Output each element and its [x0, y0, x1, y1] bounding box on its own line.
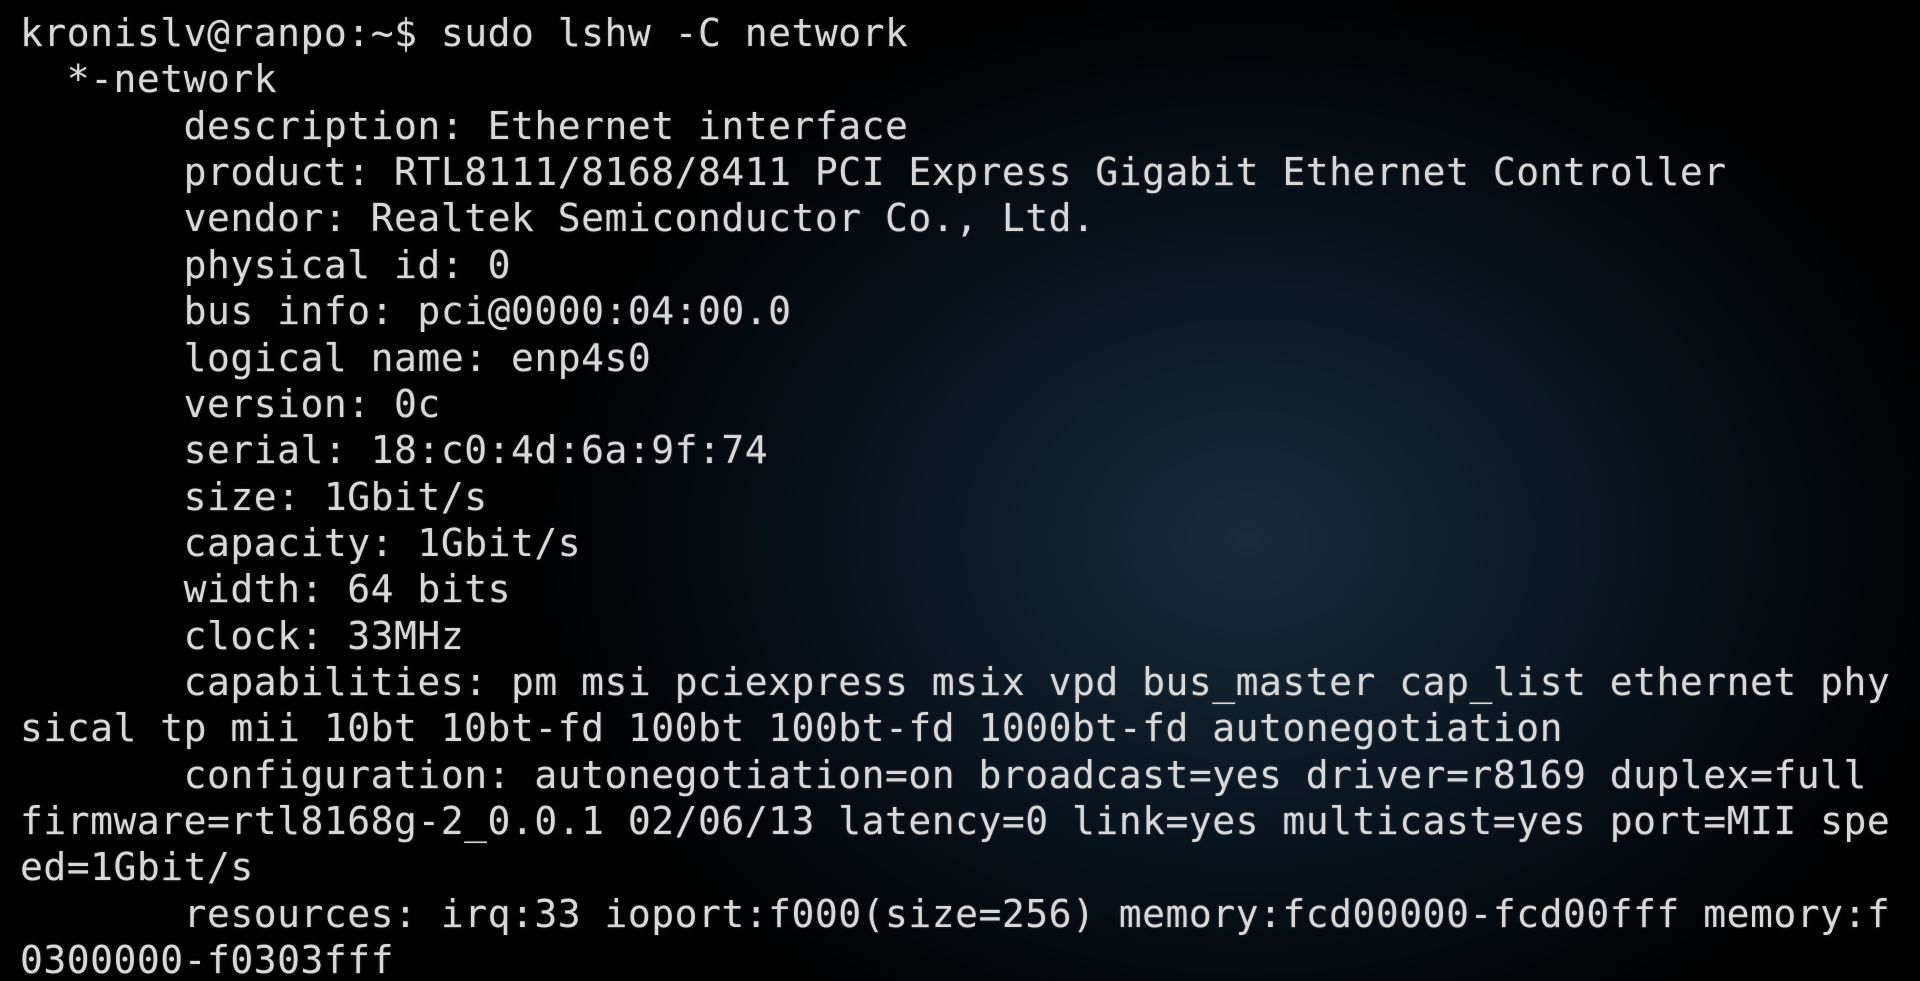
lshw-line: serial: 18:c0:4d:6a:9f:74	[20, 428, 768, 472]
prompt-path: ~	[371, 11, 394, 55]
lshw-line: capabilities: pm msi pciexpress msix vpd…	[20, 660, 1890, 750]
prompt-sep: $	[394, 11, 417, 55]
lshw-line: logical name: enp4s0	[20, 336, 651, 380]
lshw-line: width: 64 bits	[20, 567, 511, 611]
lshw-line: resources: irq:33 ioport:f000(size=256) …	[20, 892, 1890, 981]
terminal-output[interactable]: kronislv@ranpo:~$ sudo lshw -C network *…	[0, 0, 1920, 981]
lshw-line: physical id: 0	[20, 243, 511, 287]
lshw-header: *-network	[20, 57, 277, 101]
lshw-line: vendor: Realtek Semiconductor Co., Ltd.	[20, 196, 1095, 240]
lshw-line: configuration: autonegotiation=on broadc…	[20, 753, 1890, 890]
lshw-line: clock: 33MHz	[20, 614, 464, 658]
lshw-line: bus info: pci@0000:04:00.0	[20, 289, 791, 333]
lshw-line: capacity: 1Gbit/s	[20, 521, 581, 565]
lshw-line: product: RTL8111/8168/8411 PCI Express G…	[20, 150, 1727, 194]
prompt-line-1: kronislv@ranpo:~$ sudo lshw -C network	[20, 11, 908, 55]
lshw-line: version: 0c	[20, 382, 441, 426]
lshw-line: description: Ethernet interface	[20, 104, 908, 148]
lshw-line: size: 1Gbit/s	[20, 475, 488, 519]
prompt-user-host: kronislv@ranpo	[20, 11, 347, 55]
command-text: sudo lshw -C network	[441, 11, 909, 55]
